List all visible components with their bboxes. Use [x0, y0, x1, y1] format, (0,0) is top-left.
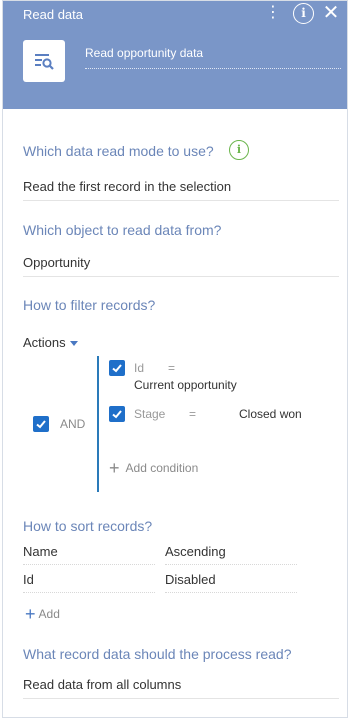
filter-group-line — [97, 356, 99, 492]
plus-icon: + — [109, 458, 120, 478]
object-title: Which object to read data from? — [23, 222, 222, 238]
more-vertical-icon[interactable]: ⋮ — [265, 3, 281, 23]
plus-icon: + — [25, 604, 36, 624]
condition-operator[interactable]: = — [189, 407, 196, 421]
condition-column[interactable]: Stage — [134, 407, 165, 421]
element-name-field[interactable]: Read opportunity data — [85, 43, 341, 69]
sort-direction[interactable]: Disabled — [165, 572, 297, 593]
add-condition-label: Add condition — [125, 461, 199, 475]
panel-title: Read data — [23, 7, 83, 22]
read-mode-select[interactable]: Read the first record in the selection — [23, 175, 339, 201]
condition-checkbox[interactable] — [109, 406, 125, 422]
panel-header: Read data ⋮ i ✕ Read opportunity data — [3, 1, 347, 109]
condition-operator[interactable]: = — [168, 361, 175, 375]
columns-title: What record data should the process read… — [23, 646, 292, 662]
condition-checkbox[interactable] — [109, 360, 125, 376]
process-element-panel: Read data ⋮ i ✕ Read opportunity data Wh… — [2, 0, 348, 718]
sort-title: How to sort records? — [23, 518, 153, 534]
chevron-down-icon — [69, 341, 78, 347]
info-icon[interactable]: i — [229, 140, 249, 160]
close-icon[interactable]: ✕ — [322, 3, 340, 23]
object-lookup[interactable]: Opportunity — [23, 251, 339, 277]
add-condition-button[interactable]: + Add condition — [109, 458, 199, 478]
sort-direction[interactable]: Ascending — [165, 544, 297, 565]
add-sort-label: Add — [38, 607, 60, 621]
read-mode-title: Which data read mode to use? — [23, 143, 214, 159]
filter-actions-menu[interactable]: Actions — [23, 335, 78, 350]
columns-select[interactable]: Read data from all columns — [23, 673, 339, 699]
group-operator[interactable]: AND — [60, 417, 85, 431]
condition-value[interactable]: Current opportunity — [134, 378, 237, 392]
sort-column[interactable]: Name — [23, 544, 155, 565]
info-icon[interactable]: i — [293, 3, 314, 24]
add-sort-button[interactable]: + Add — [25, 604, 60, 624]
actions-label: Actions — [23, 335, 66, 350]
condition-value[interactable]: Closed won — [239, 407, 302, 421]
condition-column[interactable]: Id — [134, 361, 144, 375]
filter-title: How to filter records? — [23, 297, 156, 313]
group-checkbox[interactable] — [33, 416, 49, 432]
read-data-icon — [23, 40, 65, 82]
sort-column[interactable]: Id — [23, 572, 155, 593]
